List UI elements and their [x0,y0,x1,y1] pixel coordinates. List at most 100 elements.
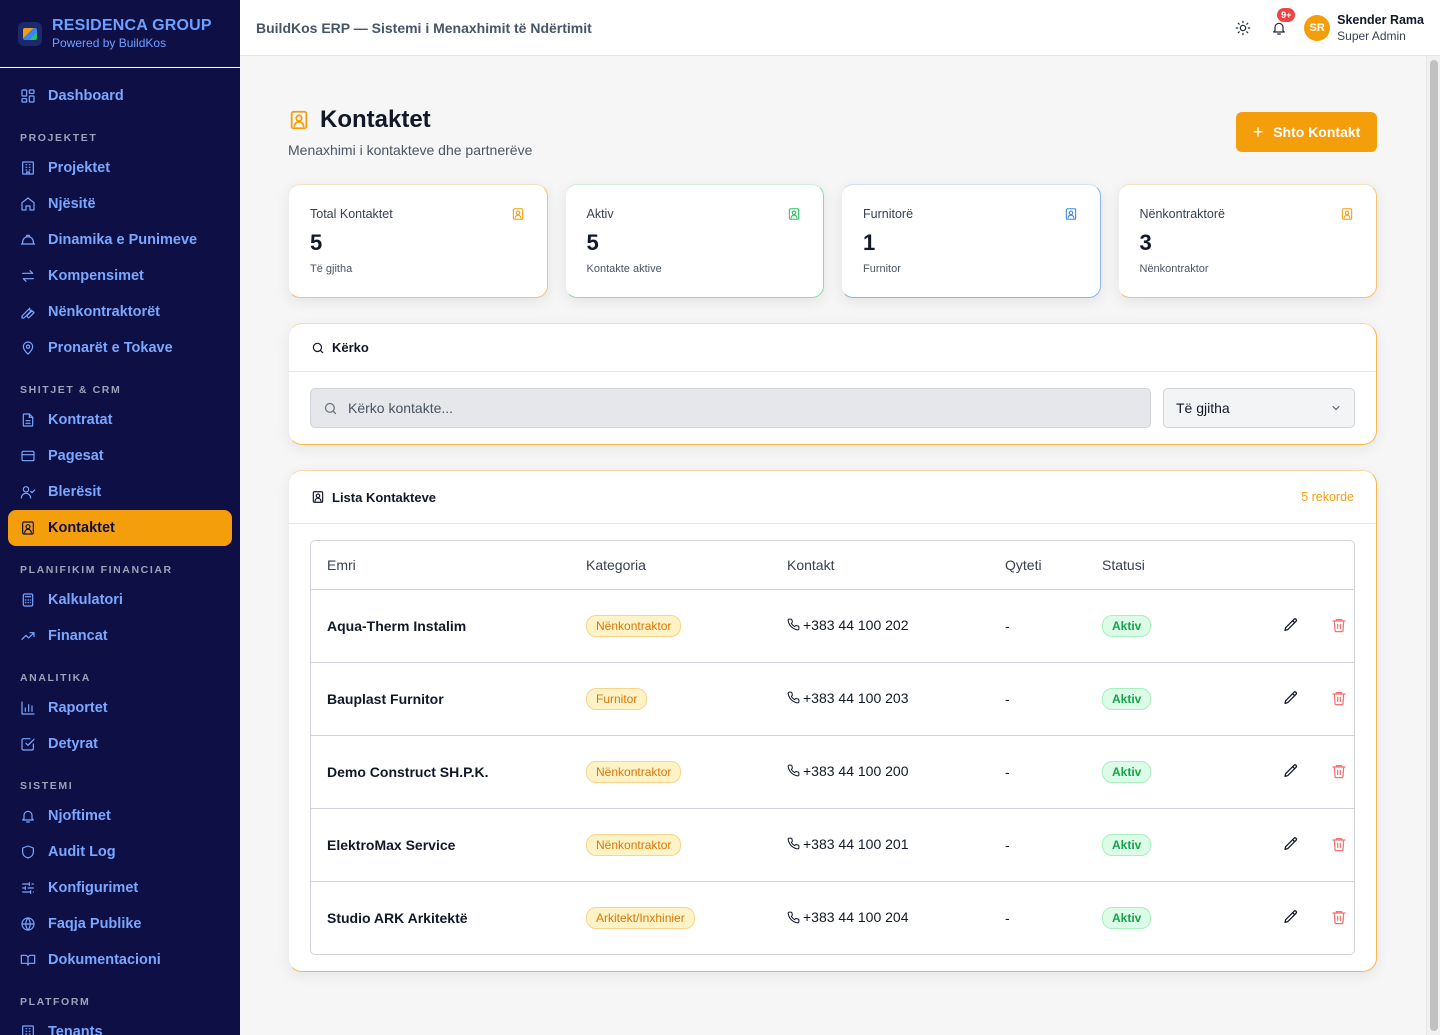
page-subtitle: Menaxhimi i kontakteve dhe partnerëve [288,142,533,158]
contact-cell: +383 44 100 203 [771,662,989,736]
contact-name: Bauplast Furnitor [311,662,570,736]
edit-pencil-icon[interactable] [1282,908,1300,926]
edit-pencil-icon[interactable] [1282,835,1300,853]
notifications-bell-icon[interactable]: 9+ [1268,7,1296,39]
sidebar-item-detyrat[interactable]: Detyrat [8,726,232,762]
sidebar-item-label: Dinamika e Punimeve [48,232,198,248]
sidebar-item-faqja[interactable]: Faqja Publike [8,906,232,942]
sidebar-item-njoftimet[interactable]: Njoftimet [8,798,232,834]
home-icon [20,196,36,212]
stat-value: 3 [1139,230,1152,255]
top-bar: BuildKos ERP — Sistemi i Menaxhimit të N… [240,0,1440,56]
contacts-list-card: Lista Kontakteve 5 rekorde Emri Kategori… [288,470,1377,972]
brand-subtitle: Powered by BuildKos [52,36,167,50]
contact-cell: +383 44 100 200 [771,735,989,809]
scrollbar[interactable] [1426,56,1440,1035]
contact-icon [511,207,525,221]
sidebar-item-financat[interactable]: Financat [8,618,232,654]
status-cell: Aktiv [1086,735,1216,809]
stat-label: Total Kontaktet [310,207,393,221]
search-input[interactable] [348,400,1138,416]
table-row[interactable]: Aqua-Therm Instalim Nënkontraktor +383 44 … [311,589,1354,663]
delete-trash-icon[interactable] [1330,689,1348,707]
edit-pencil-icon[interactable] [1282,762,1300,780]
nav-section-sistemi: SISTEMI [20,780,74,792]
status-badge: Aktiv [1102,687,1152,710]
sidebar-item-projektet[interactable]: Projektet [8,150,232,186]
contact-name: ElektroMax Service [311,808,570,882]
sidebar-item-tenants[interactable]: Tenants [8,1014,232,1035]
phone-link[interactable]: +383 44 100 204 [787,909,909,925]
stat-label: Nënkontraktorë [1139,207,1225,221]
sidebar-item-dinamika[interactable]: Dinamika e Punimeve [8,222,232,258]
stat-card-aktiv: Aktiv 5 Kontakte aktive [564,184,824,298]
category-filter-select[interactable]: Të gjitha [1163,388,1355,428]
search-field[interactable] [310,388,1151,428]
sidebar-item-njesite[interactable]: Njësitë [8,186,232,222]
sidebar-item-dashboard[interactable]: Dashboard [8,78,232,114]
theme-toggle-sun-icon[interactable] [1232,17,1254,39]
bell-icon [20,808,36,824]
column-header-kontakt[interactable]: Kontakt [771,541,989,590]
avatar[interactable]: SR [1304,14,1331,41]
phone-link[interactable]: +383 44 100 202 [787,617,909,633]
phone-link[interactable]: +383 44 100 201 [787,836,909,852]
nav-section-planifikim: PLANIFIKIM FINANCIAR [20,564,173,576]
nav-section-platform: PLATFORM [20,996,91,1008]
phone-link[interactable]: +383 44 100 203 [787,690,909,706]
building-icon [20,1024,36,1035]
sidebar-item-kompensimet[interactable]: Kompensimet [8,258,232,294]
contact-icon [311,490,325,504]
sidebar-item-kalkulatori[interactable]: Kalkulatori [8,582,232,618]
stat-label: Furnitorë [863,207,914,221]
category-badge: Arkitekt/Inxhinier [586,906,695,929]
contact-icon [787,207,801,221]
sidebar-item-nenkontraktoret[interactable]: Nënkontraktorët [8,294,232,330]
sidebar-item-dokumentacioni[interactable]: Dokumentacioni [8,942,232,978]
category-cell: Nënkontraktor [570,735,771,809]
edit-pencil-icon[interactable] [1282,689,1300,707]
map-pin-icon [20,340,36,356]
phone-icon [787,691,800,704]
table-row[interactable]: Bauplast Furnitor Furnitor +383 44 100 203… [311,662,1354,736]
phone-icon [787,911,800,923]
stats-row: Total Kontaktet 5 Të gjitha Aktiv 5 Kont… [288,184,1377,298]
column-header-qyteti[interactable]: Qyteti [989,541,1086,590]
category-cell: Arkitekt/Inxhinier [570,881,771,954]
status-cell: Aktiv [1086,808,1216,882]
sidebar-item-kontaktet[interactable]: Kontaktet [8,510,232,546]
sidebar-item-raportet[interactable]: Raportet [8,690,232,726]
table-row[interactable]: Studio ARK Arkitektë Arkitekt/Inxhinier +3… [311,881,1354,954]
sidebar-item-kontratat[interactable]: Kontratat [8,402,232,438]
list-card-title: Lista Kontakteve [332,489,437,505]
page-header: Kontaktet Menaxhimi i kontakteve dhe par… [288,56,1377,184]
brand[interactable]: RESIDENCA GROUP Powered by BuildKos [0,0,240,68]
column-header-kategoria[interactable]: Kategoria [570,541,771,590]
table-row[interactable]: ElektroMax Service Nënkontraktor +383 44 1… [311,808,1354,882]
phone-link[interactable]: +383 44 100 200 [787,763,909,779]
notification-badge: 9+ [1277,7,1296,22]
scrollbar-thumb[interactable] [1430,60,1438,1031]
column-header-emri[interactable]: Emri [311,541,570,590]
sidebar-item-konfigurimet[interactable]: Konfigurimet [8,870,232,906]
bar-chart-icon [20,700,36,716]
contact-icon [20,520,36,536]
delete-trash-icon[interactable] [1330,762,1348,780]
delete-trash-icon[interactable] [1330,908,1348,926]
grid-icon [20,88,36,104]
user-info[interactable]: Skender Rama Super Admin [1337,13,1424,43]
contact-icon [288,109,310,131]
sidebar-item-label: Dashboard [48,88,124,104]
delete-trash-icon[interactable] [1330,616,1348,634]
sidebar-item-audit[interactable]: Audit Log [8,834,232,870]
add-contact-button[interactable]: + Shto Kontakt [1236,112,1377,152]
arrows-exchange-icon [20,268,36,284]
edit-pencil-icon[interactable] [1282,616,1300,634]
sidebar-item-pronaret[interactable]: Pronarët e Tokave [8,330,232,366]
phone-icon [787,618,800,631]
table-row[interactable]: Demo Construct SH.P.K. Nënkontraktor +383 … [311,735,1354,809]
delete-trash-icon[interactable] [1330,835,1348,853]
sidebar-item-pagesat[interactable]: Pagesat [8,438,232,474]
column-header-statusi[interactable]: Statusi [1086,541,1216,590]
sidebar-item-bleresit[interactable]: Blerësit [8,474,232,510]
